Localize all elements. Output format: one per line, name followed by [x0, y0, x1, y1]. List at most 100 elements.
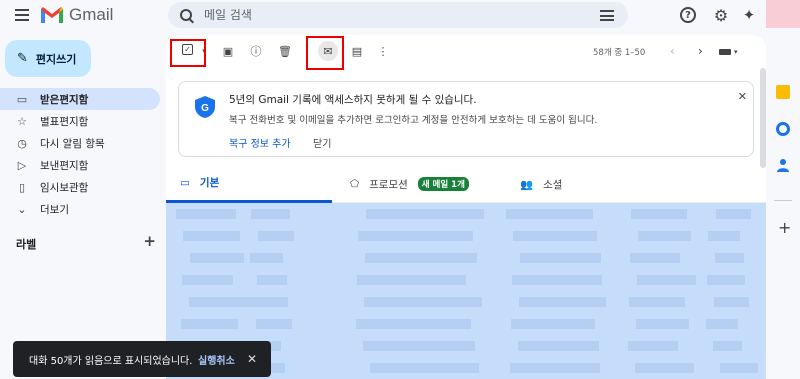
compose-label: 편지쓰기 [35, 52, 77, 66]
redacted-block [631, 209, 687, 219]
redacted-block [706, 319, 738, 329]
close-icon[interactable]: ✕ [738, 90, 747, 103]
pencil-icon: ✎ [17, 51, 28, 66]
contacts-icon[interactable] [776, 158, 790, 172]
sidebar-item-snoozed[interactable]: ◷ 다시 알림 항목 [0, 132, 160, 154]
sidebar-item-label: 다시 알림 항목 [40, 137, 105, 150]
redacted-block [520, 253, 601, 263]
add-recovery-info-link[interactable]: 복구 정보 추가 [229, 135, 291, 150]
sidebar-item-more[interactable]: ⌄ 더보기 [0, 198, 160, 220]
table-row[interactable] [166, 313, 766, 335]
top-bar: Gmail ? ⚙ ✦ [0, 0, 800, 30]
toast-message: 대화 50개가 읽음으로 표시되었습니다. [29, 355, 193, 367]
table-row[interactable] [166, 247, 766, 269]
more-options-icon[interactable]: ⋮ [376, 44, 390, 58]
tab-label: 소셜 [543, 178, 563, 191]
mail-toolbar: ✓ ▾ ▣ ⓘ 🗑 ✉ ▤ ⋮ 58개 중 1–50 ‹ › ▾ [166, 35, 766, 70]
gmail-logo[interactable]: Gmail [40, 5, 113, 25]
redacted-block [713, 341, 742, 351]
table-row[interactable] [166, 203, 766, 225]
add-addon-icon[interactable]: + [778, 218, 791, 237]
input-tools-icon[interactable] [719, 49, 731, 55]
highlight-mark-read-box [306, 36, 344, 70]
redacted-block [364, 297, 482, 307]
tab-social[interactable]: 👥 소셜 [520, 165, 562, 203]
tab-promotions[interactable]: ⬠ 프로모션 새 메일 1개 [350, 165, 469, 203]
notice-title: 5년의 Gmail 기록에 액세스하지 못하게 될 수 있습니다. [229, 94, 477, 106]
older-page-icon[interactable]: › [698, 44, 703, 58]
search-bar [168, 2, 628, 28]
sidebar-item-sent[interactable]: ▷ 보낸편지함 [0, 154, 160, 176]
sidebar-item-starred[interactable]: ☆ 별표편지함 [0, 110, 160, 132]
notice-description: 복구 전화번호 및 이메일을 추가하면 로그인하고 계정을 안전하게 보호하는 … [229, 115, 598, 126]
delete-icon[interactable]: 🗑 [278, 44, 292, 58]
side-panel-header [766, 0, 800, 28]
compose-button[interactable]: ✎ 편지쓰기 [5, 40, 91, 77]
side-panel-divider [774, 200, 792, 201]
redacted-block [251, 209, 290, 219]
sidebar-item-label: 별표편지함 [40, 115, 89, 128]
sidebar-item-label: 보낸편지함 [40, 159, 89, 172]
redacted-block [370, 363, 479, 373]
search-icon[interactable] [180, 9, 192, 21]
redacted-block [249, 297, 288, 307]
redacted-block [258, 231, 294, 241]
dismiss-notice-link[interactable]: 닫기 [313, 135, 331, 150]
table-row[interactable] [166, 291, 766, 313]
redacted-block [714, 297, 749, 307]
tag-icon: ⬠ [350, 178, 360, 190]
input-tools-dropdown-icon[interactable]: ▾ [734, 48, 738, 56]
sidebar-item-label: 임시보관함 [40, 181, 89, 194]
sidebar-item-inbox[interactable]: ▭ 받은편지함 [0, 88, 160, 110]
sidebar-item-label: 받은편지함 [40, 93, 89, 106]
main-menu-button[interactable] [12, 5, 32, 25]
main-panel: ✓ ▾ ▣ ⓘ 🗑 ✉ ▤ ⋮ 58개 중 1–50 ‹ › ▾ G 5년의 G… [166, 35, 766, 379]
redacted-block [182, 275, 233, 285]
redacted-block [256, 319, 292, 329]
tasks-icon[interactable] [776, 122, 790, 136]
move-to-icon[interactable]: ▤ [350, 44, 364, 58]
table-row[interactable] [166, 225, 766, 247]
keep-icon[interactable] [776, 85, 790, 99]
redacted-block [357, 275, 466, 285]
newer-page-icon[interactable]: ‹ [670, 44, 675, 58]
redacted-block [366, 209, 484, 219]
search-input[interactable] [204, 8, 584, 22]
redacted-block [518, 341, 599, 351]
redacted-block [635, 363, 694, 373]
redacted-block [257, 275, 287, 285]
redacted-block [630, 253, 680, 263]
redacted-block [519, 297, 606, 307]
search-options-icon[interactable] [600, 10, 614, 21]
redacted-block [512, 275, 602, 285]
chevron-down-icon: ⌄ [17, 202, 27, 216]
clock-icon: ◷ [17, 136, 27, 150]
redacted-block [715, 253, 744, 263]
inbox-icon: ▭ [180, 176, 190, 189]
redacted-block [716, 209, 751, 219]
archive-icon[interactable]: ▣ [221, 44, 235, 58]
sidebar-nav: ▭ 받은편지함 ☆ 별표편지함 ◷ 다시 알림 항목 ▷ 보낸편지함 ▯ 임시보… [0, 88, 160, 220]
gemini-icon[interactable]: ✦ [740, 6, 758, 24]
redacted-block [365, 253, 477, 263]
labels-heading: 라벨 [16, 238, 37, 251]
report-spam-icon[interactable]: ⓘ [249, 44, 263, 58]
redacted-block [513, 231, 597, 241]
undo-button[interactable]: 실행취소 [198, 352, 235, 367]
new-mail-badge: 새 메일 1개 [417, 177, 469, 191]
redacted-block [720, 363, 758, 373]
inbox-icon: ▭ [16, 92, 28, 106]
redacted-block [510, 363, 600, 373]
tab-primary[interactable]: ▭ 기본 [166, 165, 332, 203]
help-icon[interactable]: ? [680, 7, 696, 23]
labels-section: 라벨 + [16, 234, 156, 252]
redacted-block [363, 341, 475, 351]
side-panel: + [766, 0, 800, 379]
add-label-icon[interactable]: + [143, 234, 156, 252]
google-shield-icon: G [195, 96, 215, 118]
gear-icon[interactable]: ⚙ [712, 6, 730, 25]
redacted-block [637, 275, 696, 285]
sidebar-item-drafts[interactable]: ▯ 임시보관함 [0, 176, 160, 198]
close-icon[interactable]: ✕ [247, 352, 257, 366]
table-row[interactable] [166, 269, 766, 291]
